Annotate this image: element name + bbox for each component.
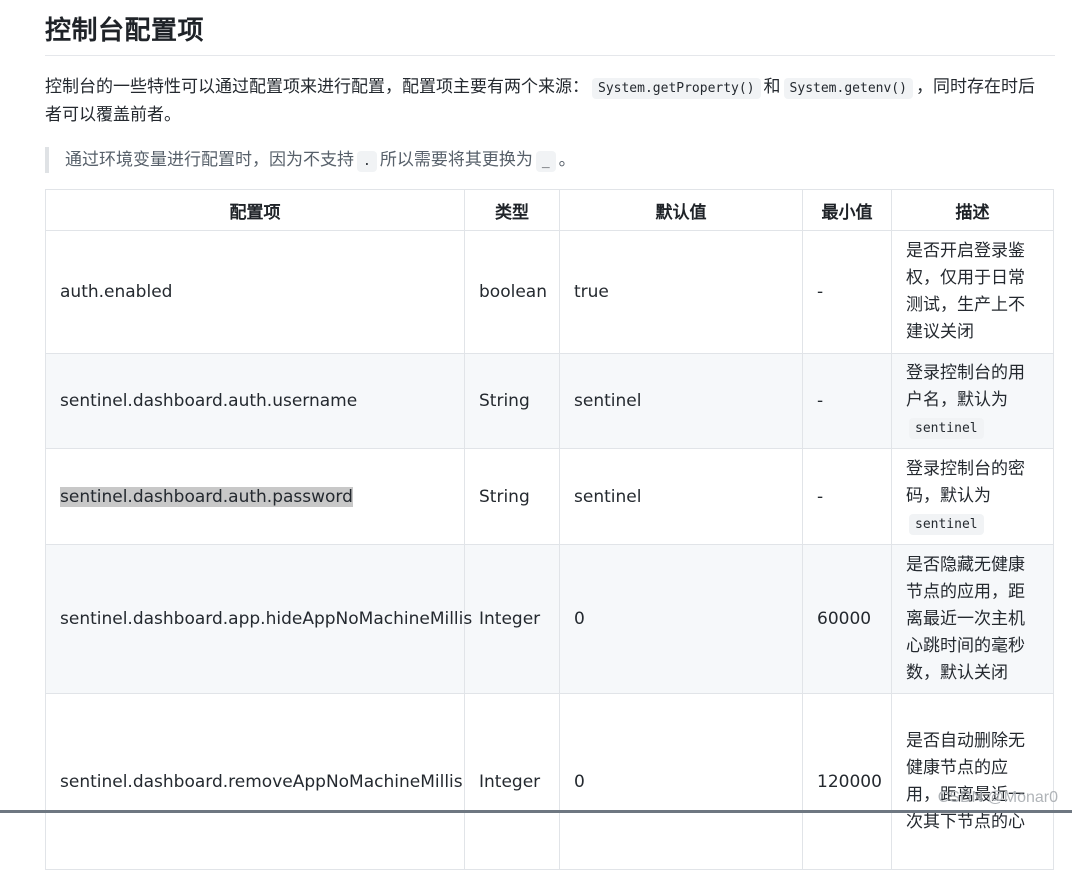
header-min: 最小值 [802, 189, 892, 231]
cell-default: true [559, 230, 803, 354]
cell-key: auth.enabled [45, 230, 465, 354]
code-system-getenv: System.getenv() [783, 78, 913, 99]
table-row: sentinel.dashboard.removeAppNoMachineMil… [45, 693, 1054, 870]
selected-text[interactable]: sentinel.dashboard.auth.password [60, 486, 353, 507]
cell-key: sentinel.dashboard.app.hideAppNoMachineM… [45, 544, 472, 694]
table-row: auth.enabled boolean true - 是否开启登录鉴权，仅用于… [45, 230, 1054, 354]
header-config-item: 配置项 [45, 189, 465, 231]
note-blockquote: 通过环境变量进行配置时，因为不支持. 所以需要将其更换为 _。 [45, 147, 1055, 173]
table-row: sentinel.dashboard.auth.username String … [45, 353, 1054, 449]
desc-text: 登录控制台的密码，默认为 [906, 458, 1025, 506]
cell-min: 120000 [802, 693, 892, 870]
code-system-getproperty: System.getProperty() [592, 78, 761, 99]
code-default-username: sentinel [909, 418, 984, 439]
watermark: CSDN @Monar0 [937, 789, 1058, 806]
section-heading: 控制台配置项 [45, 0, 1055, 56]
code-underscore: _ [535, 151, 556, 172]
cell-min: 60000 [802, 544, 892, 694]
intro-text-a: 控制台的一些特性可以通过配置项来进行配置，配置项主要有两个来源： [45, 77, 589, 97]
cell-key: sentinel.dashboard.auth.username [45, 353, 465, 449]
cell-default: sentinel [559, 353, 803, 449]
cell-default: 0 [559, 693, 803, 870]
cell-default: 0 [559, 544, 803, 694]
cell-type: Integer [464, 693, 560, 870]
header-description: 描述 [891, 189, 1054, 231]
cell-type: Integer [464, 544, 560, 694]
article-content: 控制台配置项 控制台的一些特性可以通过配置项来进行配置，配置项主要有两个来源： S… [45, 0, 1055, 173]
note-text-a: 通过环境变量进行配置时，因为不支持 [65, 150, 354, 170]
cell-desc: 是否自动删除无健康节点的应用，距离最近一次其下节点的心 [891, 693, 1054, 870]
cell-key: sentinel.dashboard.auth.password [45, 448, 465, 545]
table-row: sentinel.dashboard.app.hideAppNoMachineM… [45, 544, 1054, 694]
cell-desc: 是否开启登录鉴权，仅用于日常测试，生产上不建议关闭 [891, 230, 1054, 354]
cell-key: sentinel.dashboard.removeAppNoMachineMil… [45, 693, 465, 870]
cell-type: String [464, 448, 560, 545]
cell-min: - [802, 353, 892, 449]
table-row: sentinel.dashboard.auth.password String … [45, 448, 1054, 545]
desc-text: 登录控制台的用户名，默认为 [906, 363, 1025, 410]
cell-desc: 登录控制台的用户名，默认为 sentinel [891, 353, 1054, 449]
cell-min: - [802, 448, 892, 545]
note-text-c: 。 [558, 150, 576, 170]
table-header-row: 配置项 类型 默认值 最小值 描述 [45, 189, 1054, 231]
code-dot: . [357, 151, 377, 172]
cell-default: sentinel [559, 448, 803, 545]
config-table: 配置项 类型 默认值 最小值 描述 auth.enabled boolean t… [45, 189, 1054, 870]
code-default-password: sentinel [909, 513, 984, 535]
note-text-b: 所以需要将其更换为 [379, 150, 533, 170]
cell-type: String [464, 353, 560, 449]
header-type: 类型 [464, 189, 560, 231]
cell-desc: 登录控制台的密码，默认为 sentinel [891, 448, 1054, 545]
intro-text-b: 和 [763, 77, 781, 97]
cell-desc: 是否隐藏无健康节点的应用，距离最近一次主机心跳时间的毫秒数，默认关闭 [891, 544, 1054, 694]
cell-min: - [802, 230, 892, 354]
cell-type: boolean [464, 230, 560, 354]
intro-paragraph: 控制台的一些特性可以通过配置项来进行配置，配置项主要有两个来源： System.g… [45, 74, 1045, 129]
header-default: 默认值 [559, 189, 803, 231]
